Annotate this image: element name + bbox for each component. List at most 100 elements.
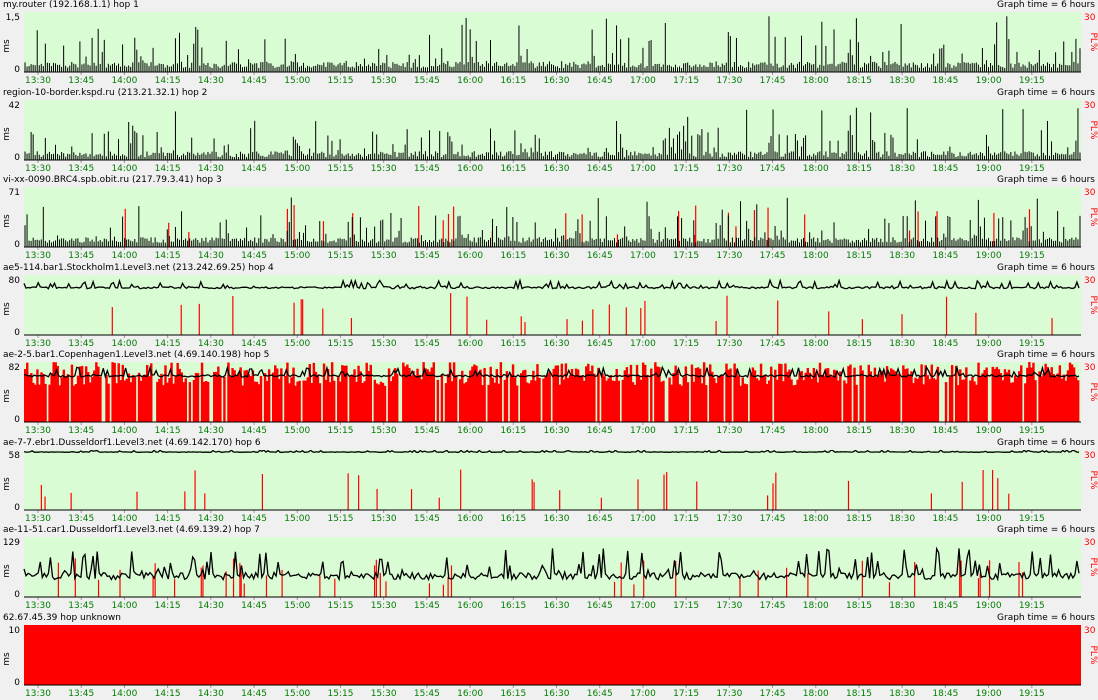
x-tick-label: 14:45	[241, 689, 267, 699]
x-tick-label: 15:15	[327, 164, 353, 174]
pl-max-label: 30	[1084, 101, 1096, 111]
loss-bar	[319, 383, 321, 422]
x-tick-label: 15:30	[371, 689, 397, 699]
x-tick-label: 18:00	[803, 689, 829, 699]
x-tick-label: 15:45	[414, 514, 440, 524]
x-tick-label: 17:45	[760, 339, 786, 349]
graph-panel-6: ae-7-7.ebr1.Dusseldorf1.Level3.net (4.69…	[0, 438, 1098, 526]
x-tick-label: 16:45	[587, 251, 613, 261]
x-tick-label: 14:00	[111, 164, 137, 174]
plot-background	[24, 450, 1081, 510]
loss-bar	[44, 384, 46, 422]
x-tick-label: 17:00	[630, 689, 656, 699]
loss-bar	[134, 377, 136, 422]
graph-panel-8: 62.67.45.39 hop unknownGraph time = 6 ho…	[0, 613, 1098, 700]
graph-time-label: Graph time = 6 hours	[997, 613, 1095, 623]
y-tick-top: 82	[9, 363, 20, 373]
x-tick-label: 15:15	[327, 601, 353, 611]
x-tick-label: 15:00	[284, 426, 310, 436]
x-tick-label: 16:30	[544, 514, 570, 524]
panel-title: ae-11-51.car1.Dusseldorf1.Level3.net (4.…	[3, 525, 260, 535]
x-tick-label: 16:45	[587, 689, 613, 699]
x-tick-label: 13:30	[25, 76, 51, 86]
x-tick-label: 17:00	[630, 514, 656, 524]
x-tick-label: 17:30	[716, 76, 742, 86]
graph-time-label: Graph time = 6 hours	[997, 263, 1095, 273]
x-tick-label: 16:30	[544, 164, 570, 174]
x-tick-label: 16:15	[500, 426, 526, 436]
x-tick-label: 15:00	[284, 251, 310, 261]
x-tick-label: 15:00	[284, 76, 310, 86]
x-tick-label: 17:15	[673, 76, 699, 86]
x-tick-label: 17:45	[760, 689, 786, 699]
x-tick-label: 15:45	[414, 601, 440, 611]
x-tick-label: 15:00	[284, 514, 310, 524]
x-tick-label: 15:45	[414, 339, 440, 349]
x-tick-label: 18:30	[889, 689, 915, 699]
x-tick-label: 16:45	[587, 601, 613, 611]
x-tick-label: 15:30	[371, 426, 397, 436]
graph-time-label: Graph time = 6 hours	[997, 350, 1095, 360]
x-tick-label: 17:45	[760, 514, 786, 524]
x-tick-label: 14:30	[198, 339, 224, 349]
x-tick-label: 18:15	[846, 339, 872, 349]
panel-title: ae5-114.bar1.Stockholm1.Level3.net (213.…	[3, 263, 274, 273]
x-tick-label: 18:30	[889, 164, 915, 174]
loss-bar	[687, 382, 689, 422]
x-tick-label: 18:30	[889, 426, 915, 436]
x-tick-label: 18:30	[889, 514, 915, 524]
pl-axis-label: PL%	[1088, 295, 1098, 314]
loss-bar	[548, 372, 550, 422]
y-tick-top: 58	[9, 451, 21, 461]
x-tick-label: 13:30	[25, 339, 51, 349]
y-tick-bottom: 0	[14, 590, 20, 600]
x-tick-label: 15:30	[371, 76, 397, 86]
x-tick-label: 13:45	[68, 251, 94, 261]
x-tick-label: 18:45	[932, 689, 958, 699]
y-tick-top: 1,5	[6, 13, 20, 23]
pl-axis-label: PL%	[1088, 33, 1098, 52]
x-tick-label: 13:30	[25, 251, 51, 261]
x-tick-label: 19:15	[1019, 426, 1045, 436]
loss-bar	[268, 369, 270, 422]
x-tick-label: 17:15	[673, 514, 699, 524]
x-tick-label: 16:15	[500, 339, 526, 349]
loss-bar	[898, 373, 900, 422]
pl-axis-label: PL%	[1088, 470, 1098, 489]
pl-axis-label: PL%	[1088, 383, 1098, 402]
pl-axis-label: PL%	[1088, 208, 1098, 227]
x-tick-label: 17:00	[630, 601, 656, 611]
x-tick-label: 14:00	[111, 251, 137, 261]
loss-bar	[207, 382, 209, 422]
plot-area: 13:3013:4514:0014:1514:3014:4515:0015:15…	[0, 625, 1098, 700]
plot-area: 13:3013:4514:0014:1514:3014:4515:0015:15…	[0, 100, 1098, 175]
x-tick-label: 18:00	[803, 601, 829, 611]
x-tick-label: 19:00	[976, 164, 1002, 174]
x-tick-label: 14:15	[155, 164, 181, 174]
x-tick-label: 17:00	[630, 251, 656, 261]
x-tick-label: 17:30	[716, 426, 742, 436]
x-tick-label: 16:15	[500, 601, 526, 611]
pl-max-label: 30	[1084, 276, 1096, 286]
graph-time-label: Graph time = 6 hours	[997, 88, 1095, 98]
x-tick-label: 14:15	[155, 251, 181, 261]
x-tick-label: 15:45	[414, 76, 440, 86]
x-tick-label: 13:45	[68, 426, 94, 436]
y-tick-bottom: 0	[14, 65, 20, 75]
x-tick-label: 16:00	[457, 689, 483, 699]
y-tick-bottom: 0	[14, 503, 20, 513]
x-tick-label: 16:00	[457, 251, 483, 261]
x-tick-label: 16:30	[544, 689, 570, 699]
x-tick-label: 16:15	[500, 689, 526, 699]
pl-axis-label: PL%	[1088, 645, 1098, 664]
x-tick-label: 18:45	[932, 339, 958, 349]
x-tick-label: 14:00	[111, 689, 137, 699]
x-tick-label: 15:30	[371, 601, 397, 611]
y-axis-label: ms	[2, 126, 12, 140]
x-tick-label: 15:00	[284, 164, 310, 174]
x-tick-label: 16:45	[587, 76, 613, 86]
x-tick-label: 18:00	[803, 514, 829, 524]
panel-title: ae-2-5.bar1.Copenhagen1.Level3.net (4.69…	[3, 350, 269, 360]
x-tick-label: 15:15	[327, 339, 353, 349]
x-tick-label: 15:15	[327, 689, 353, 699]
